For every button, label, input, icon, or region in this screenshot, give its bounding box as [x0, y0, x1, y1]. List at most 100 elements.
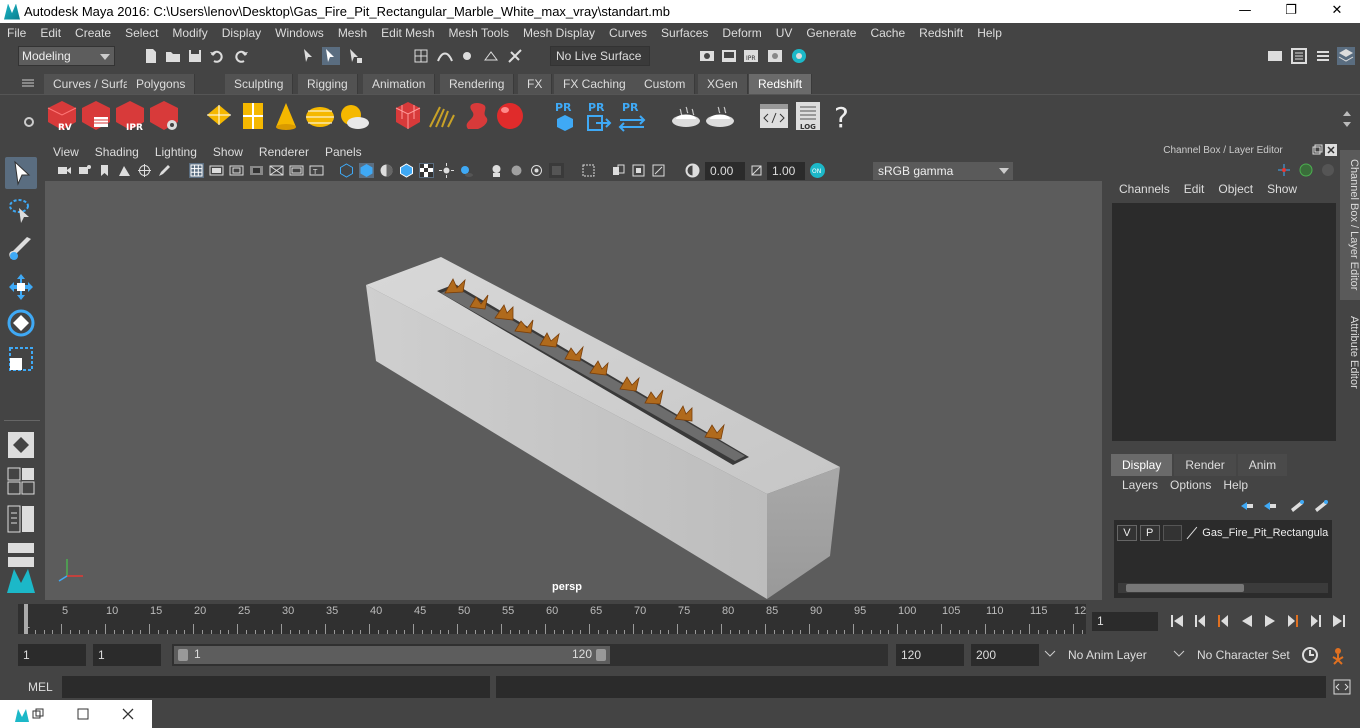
menu-modify[interactable]: Modify [165, 26, 214, 40]
snap-view-plane-icon[interactable] [482, 47, 500, 65]
layer-row[interactable]: V P Gas_Fire_Pit_Rectangula [1117, 524, 1331, 542]
open-scene-icon[interactable] [164, 47, 182, 65]
redshift-pr-export-icon[interactable]: PR [582, 99, 614, 133]
film-gate-icon[interactable] [209, 163, 224, 178]
channel-manip-icon[interactable] [1298, 162, 1314, 178]
panel-menu-show[interactable]: Show [205, 145, 251, 159]
menu-display[interactable]: Display [215, 26, 268, 40]
play-backwards-icon[interactable] [1238, 612, 1256, 630]
menu-cache[interactable]: Cache [863, 26, 912, 40]
minimized-window[interactable] [0, 700, 152, 728]
edit-menu[interactable]: Edit [1177, 182, 1212, 196]
toggle-tool-settings-icon[interactable] [1314, 47, 1332, 65]
tab-fx[interactable]: FX [518, 74, 553, 94]
redshift-area-light-icon[interactable] [203, 99, 235, 133]
exposure-icon[interactable] [685, 163, 700, 178]
rotate-tool-icon[interactable] [5, 307, 37, 339]
menu-surfaces[interactable]: Surfaces [654, 26, 715, 40]
exposure-field[interactable]: 0.00 [705, 162, 745, 180]
toggle-panels-icon[interactable] [1290, 47, 1308, 65]
redshift-volume-icon[interactable] [460, 99, 492, 133]
wireframe-on-shaded-icon[interactable] [399, 163, 414, 178]
move-tool-icon[interactable] [5, 271, 37, 303]
two-sided-lighting-icon[interactable] [611, 163, 626, 178]
field-chart-icon[interactable] [269, 163, 284, 178]
default-material-icon[interactable] [379, 163, 394, 178]
current-frame-field[interactable]: 1 [1092, 612, 1158, 631]
menu-uv[interactable]: UV [769, 26, 800, 40]
shelf-menu-icon[interactable] [21, 78, 35, 88]
panel-menu-view[interactable]: View [45, 145, 87, 159]
redshift-log-icon[interactable]: LOG [792, 99, 824, 133]
restore-icon[interactable] [32, 708, 44, 720]
bookmark-icon[interactable] [97, 163, 112, 178]
color-management-icon[interactable]: ON [809, 162, 826, 179]
live-surface-field[interactable]: No Live Surface [550, 46, 650, 66]
layer-scrollbar[interactable] [1118, 583, 1328, 593]
close-icon[interactable] [122, 708, 134, 720]
render-settings-icon[interactable] [698, 47, 716, 65]
menu-edit-mesh[interactable]: Edit Mesh [374, 26, 441, 40]
perspective-viewport[interactable]: persp [45, 181, 1102, 600]
side-by-side-layout-icon[interactable] [5, 503, 37, 535]
range-slider-bar[interactable]: 1 120 [174, 646, 610, 664]
redshift-portal-light-icon[interactable] [237, 99, 269, 133]
tab-anim[interactable]: Anim [1237, 454, 1288, 476]
backface-culling-icon[interactable] [631, 163, 646, 178]
range-slider[interactable]: 1 120 [172, 644, 888, 666]
workspace-icon[interactable] [1266, 47, 1284, 65]
step-back-frame-icon[interactable] [1191, 612, 1209, 630]
make-live-icon[interactable] [506, 47, 524, 65]
grid-icon[interactable] [189, 163, 204, 178]
maya-home-icon[interactable] [5, 565, 37, 597]
xray-icon[interactable] [509, 163, 524, 178]
camera-attributes-icon[interactable] [77, 163, 92, 178]
maximize-button[interactable]: ❐ [1268, 0, 1314, 23]
snap-curve-icon[interactable] [436, 47, 454, 65]
resolution-gate-icon[interactable] [229, 163, 244, 178]
camera-icon[interactable] [57, 163, 72, 178]
xray-components-icon[interactable] [549, 163, 564, 178]
smooth-shade-icon[interactable] [359, 163, 374, 178]
chevron-down-icon[interactable] [1044, 650, 1056, 658]
redshift-dome-light-icon[interactable] [304, 99, 336, 133]
redshift-sphere-icon[interactable] [494, 99, 526, 133]
redshift-material-blend-icon[interactable] [704, 99, 736, 133]
current-time-indicator[interactable] [24, 604, 28, 634]
select-component-icon[interactable] [346, 47, 364, 65]
menu-create[interactable]: Create [68, 26, 118, 40]
two-d-pan-zoom-icon[interactable] [137, 163, 152, 178]
isolate-select-icon[interactable] [489, 163, 504, 178]
range-start-handle[interactable] [178, 649, 188, 661]
snap-grid-icon[interactable] [412, 47, 430, 65]
redshift-sun-sky-icon[interactable] [338, 99, 370, 133]
layer-display-type-toggle[interactable] [1162, 525, 1183, 541]
hypershade-icon[interactable] [766, 47, 784, 65]
menu-mesh-tools[interactable]: Mesh Tools [442, 26, 516, 40]
tab-fx-caching[interactable]: FX Caching [554, 74, 636, 94]
gate-mask-icon[interactable] [249, 163, 264, 178]
hud-icon[interactable] [651, 163, 666, 178]
scrollbar-thumb[interactable] [1126, 584, 1244, 592]
paint-select-tool-icon[interactable] [5, 233, 37, 265]
toggle-channel-box-icon[interactable] [1337, 47, 1355, 65]
view-transform-dropdown[interactable]: sRGB gamma [873, 162, 1013, 180]
use-all-lights-icon[interactable] [439, 163, 454, 178]
minimize-button[interactable]: — [1222, 0, 1268, 23]
menu-mesh-display[interactable]: Mesh Display [516, 26, 602, 40]
side-tab-attribute-editor[interactable]: Attribute Editor [1340, 310, 1360, 394]
go-to-end-icon[interactable] [1330, 612, 1348, 630]
auto-key-icon[interactable] [1300, 645, 1320, 665]
command-input[interactable] [62, 676, 490, 698]
redshift-batch-render-icon[interactable] [80, 99, 112, 133]
close-button[interactable]: ✕ [1314, 0, 1360, 23]
shadows-icon[interactable] [459, 163, 474, 178]
tab-display[interactable]: Display [1111, 454, 1173, 476]
range-end-handle[interactable] [596, 649, 606, 661]
options-menu[interactable]: Options [1164, 478, 1217, 492]
wireframe-icon[interactable] [339, 163, 354, 178]
tab-custom[interactable]: Custom [635, 74, 696, 94]
channel-box-area[interactable] [1112, 203, 1336, 441]
redshift-pr-cube-icon[interactable]: PR [549, 99, 581, 133]
redshift-render-settings-icon[interactable] [148, 99, 180, 133]
